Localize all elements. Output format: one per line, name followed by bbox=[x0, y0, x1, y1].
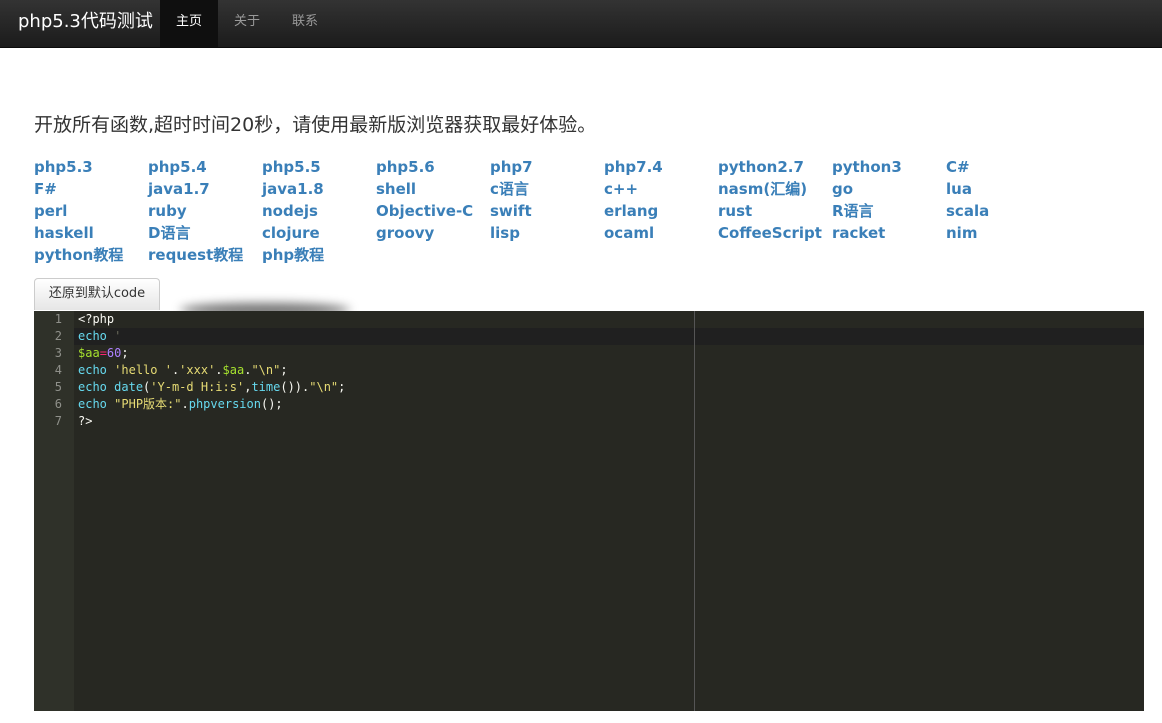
language-link[interactable]: nodejs bbox=[262, 201, 318, 221]
language-link[interactable]: python教程 bbox=[34, 245, 123, 265]
language-link[interactable]: php教程 bbox=[262, 245, 324, 265]
language-link[interactable]: erlang bbox=[604, 201, 658, 221]
language-link[interactable]: haskell bbox=[34, 223, 94, 243]
language-link[interactable]: php5.5 bbox=[262, 157, 321, 177]
language-link[interactable]: swift bbox=[490, 201, 532, 221]
intro-text: 开放所有函数,超时时间20秒，请使用最新版浏览器获取最好体验。 bbox=[34, 114, 597, 136]
print-margin bbox=[694, 311, 695, 711]
line-number: 4 bbox=[54, 363, 62, 377]
code-line: $aa=60; bbox=[78, 346, 129, 360]
language-link[interactable]: groovy bbox=[376, 223, 434, 243]
language-link[interactable]: lua bbox=[946, 179, 972, 199]
line-number: 7 bbox=[54, 414, 62, 428]
code-line: echo "PHP版本:".phpversion(); bbox=[78, 397, 283, 411]
language-link[interactable]: php5.3 bbox=[34, 157, 93, 177]
language-link[interactable]: python3 bbox=[832, 157, 902, 177]
language-link[interactable]: nim bbox=[946, 223, 977, 243]
code-line: ?> bbox=[78, 414, 93, 428]
language-link[interactable]: lisp bbox=[490, 223, 520, 243]
line-number: 2 bbox=[54, 329, 62, 343]
language-link[interactable]: c++ bbox=[604, 179, 638, 199]
code-editor[interactable]: 1 2 3 4 5 6 7 <?php echo ' $aa=60; echo … bbox=[34, 311, 1144, 711]
language-link[interactable]: perl bbox=[34, 201, 67, 221]
language-link[interactable]: c语言 bbox=[490, 179, 529, 199]
language-link[interactable]: D语言 bbox=[148, 223, 190, 243]
language-link[interactable]: nasm(汇编) bbox=[718, 179, 807, 199]
code-line: echo 'hello '.'xxx'.$aa."\n"; bbox=[78, 363, 288, 377]
code-line: <?php bbox=[78, 312, 115, 326]
nav-contact[interactable]: 联系 bbox=[276, 0, 334, 47]
code-line: echo date('Y-m-d H:i:s',time())."\n"; bbox=[78, 380, 346, 394]
language-link[interactable]: php7.4 bbox=[604, 157, 663, 177]
language-link[interactable]: java1.8 bbox=[262, 179, 324, 199]
language-link[interactable]: request教程 bbox=[148, 245, 243, 265]
code-line: echo ' bbox=[78, 329, 122, 343]
language-link[interactable]: racket bbox=[832, 223, 885, 243]
active-line-highlight bbox=[74, 328, 1144, 345]
language-link[interactable]: php5.4 bbox=[148, 157, 207, 177]
line-number: 1 bbox=[54, 312, 62, 326]
language-link[interactable]: php7 bbox=[490, 157, 533, 177]
brand-link[interactable]: php5.3代码测试 bbox=[18, 0, 153, 47]
language-link[interactable]: Objective-C bbox=[376, 201, 473, 221]
language-link[interactable]: ocaml bbox=[604, 223, 654, 243]
nav-about[interactable]: 关于 bbox=[218, 0, 276, 47]
language-link[interactable]: shell bbox=[376, 179, 416, 199]
line-number: 5 bbox=[54, 380, 62, 394]
language-link[interactable]: CoffeeScript bbox=[718, 223, 822, 243]
line-number: 3 bbox=[54, 346, 62, 360]
navbar: php5.3代码测试 主页 关于 联系 bbox=[0, 0, 1162, 48]
language-link[interactable]: java1.7 bbox=[148, 179, 210, 199]
line-number: 6 bbox=[54, 397, 62, 411]
reset-code-button[interactable]: 还原到默认code bbox=[34, 278, 160, 310]
language-link[interactable]: python2.7 bbox=[718, 157, 804, 177]
language-link[interactable]: clojure bbox=[262, 223, 320, 243]
language-link[interactable]: R语言 bbox=[832, 201, 874, 221]
nav-home[interactable]: 主页 bbox=[160, 0, 218, 47]
language-link[interactable]: php5.6 bbox=[376, 157, 435, 177]
language-link[interactable]: C# bbox=[946, 157, 970, 177]
language-link[interactable]: rust bbox=[718, 201, 752, 221]
language-link[interactable]: scala bbox=[946, 201, 989, 221]
language-link[interactable]: ruby bbox=[148, 201, 187, 221]
editor-gutter: 1 2 3 4 5 6 7 bbox=[34, 311, 74, 711]
language-link[interactable]: F# bbox=[34, 179, 57, 199]
language-link[interactable]: go bbox=[832, 179, 853, 199]
